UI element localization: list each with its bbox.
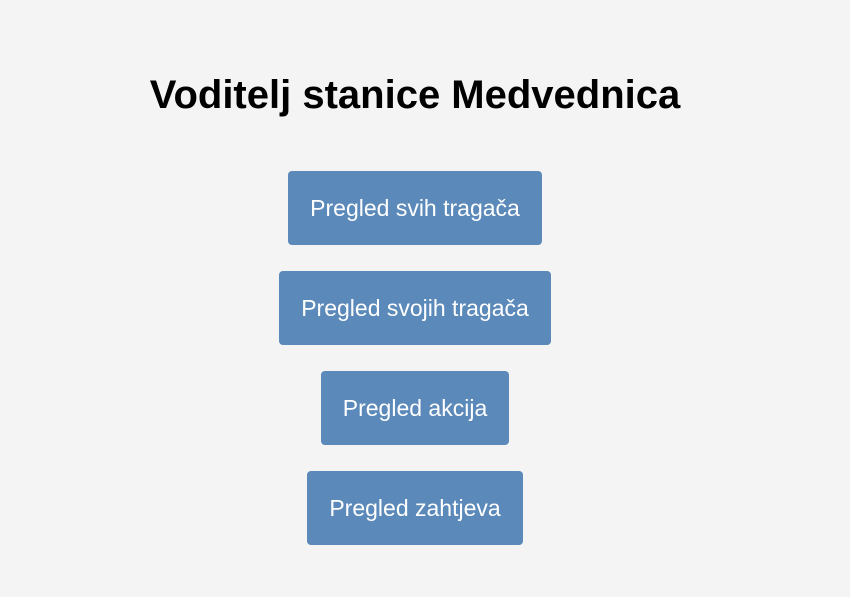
- actions-button[interactable]: Pregled akcija: [320, 371, 510, 445]
- requests-button[interactable]: Pregled zahtjeva: [307, 471, 523, 545]
- page: Voditelj stanice Medvednica Pregled svih…: [0, 0, 850, 597]
- own-trackers-button[interactable]: Pregled svojih tragača: [279, 271, 551, 345]
- all-trackers-button[interactable]: Pregled svih tragača: [288, 171, 542, 245]
- page-title: Voditelj stanice Medvednica: [149, 73, 681, 117]
- main-menu: Pregled svih tragača Pregled svojih trag…: [0, 171, 830, 545]
